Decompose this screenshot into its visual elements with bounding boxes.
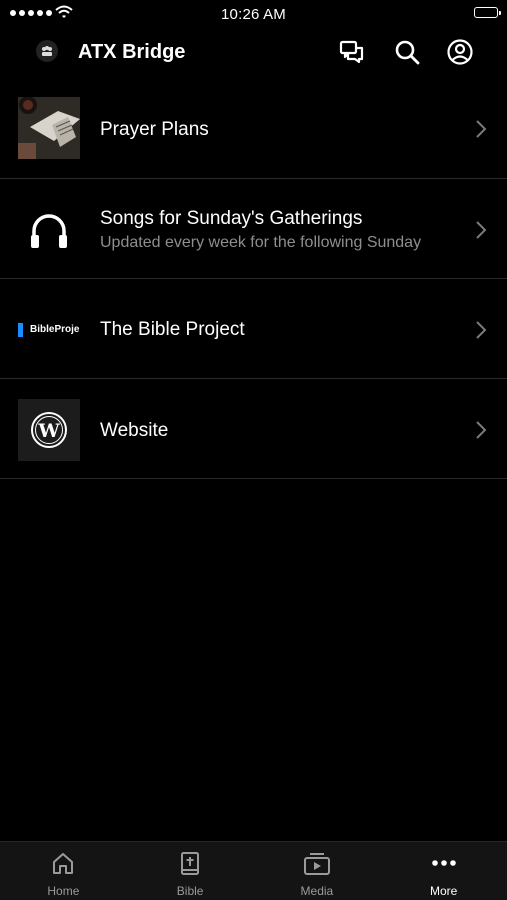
website-thumbnail: W [18, 399, 80, 461]
bibleproject-logo-text: BibleProje [30, 324, 80, 335]
headphones-icon [31, 214, 67, 248]
app-header: ATX Bridge [0, 28, 507, 78]
wordpress-icon: W [31, 412, 67, 448]
bible-icon [181, 852, 200, 875]
tab-label: Bible [176, 884, 204, 898]
list-item-title: Songs for Sunday's Gatherings [100, 208, 363, 229]
more-menu-list: Prayer Plans Songs for Sunday's Gatherin… [0, 78, 507, 479]
svg-text:W: W [37, 420, 60, 442]
tab-label: Home [47, 884, 80, 898]
tab-label: Media [300, 884, 334, 898]
chevron-right-icon [476, 321, 487, 339]
bottom-tab-bar: Home Bible Media More [0, 841, 507, 900]
bibleproject-logo: BibleProje [18, 298, 80, 360]
status-time: 10:26 AM [221, 6, 286, 23]
app-title: ATX Bridge [78, 41, 186, 63]
tab-more[interactable]: More [380, 842, 507, 900]
list-item-prayer-plans[interactable]: Prayer Plans [0, 78, 507, 179]
chevron-right-icon [476, 221, 487, 239]
chevron-right-icon [476, 421, 487, 439]
account-icon[interactable] [446, 38, 474, 66]
status-bar: 10:26 AM [0, 0, 507, 28]
messages-icon[interactable] [338, 38, 366, 66]
list-item-title: Website [100, 420, 169, 441]
more-icon [431, 860, 456, 866]
church-logo-icon [36, 40, 58, 62]
list-item-songs[interactable]: Songs for Sunday's Gatherings Updated ev… [0, 179, 507, 279]
battery-icon [474, 7, 501, 18]
tab-home[interactable]: Home [0, 842, 127, 900]
tab-media[interactable]: Media [254, 842, 381, 900]
chevron-right-icon [476, 120, 487, 138]
headphones-thumbnail [18, 199, 80, 261]
prayer-plans-thumbnail [18, 97, 80, 159]
list-item-bible-project[interactable]: BibleProje The Bible Project [0, 279, 507, 379]
bibleproject-logo-mark [18, 323, 23, 337]
list-item-title: Prayer Plans [100, 119, 209, 140]
media-icon [303, 853, 330, 875]
home-icon [53, 853, 74, 874]
list-item-website[interactable]: W Website [0, 379, 507, 479]
search-icon[interactable] [393, 38, 421, 66]
list-item-title: The Bible Project [100, 319, 245, 340]
tab-bible[interactable]: Bible [127, 842, 254, 900]
tab-label: More [429, 884, 458, 898]
list-item-subtitle: Updated every week for the following Sun… [100, 234, 422, 251]
